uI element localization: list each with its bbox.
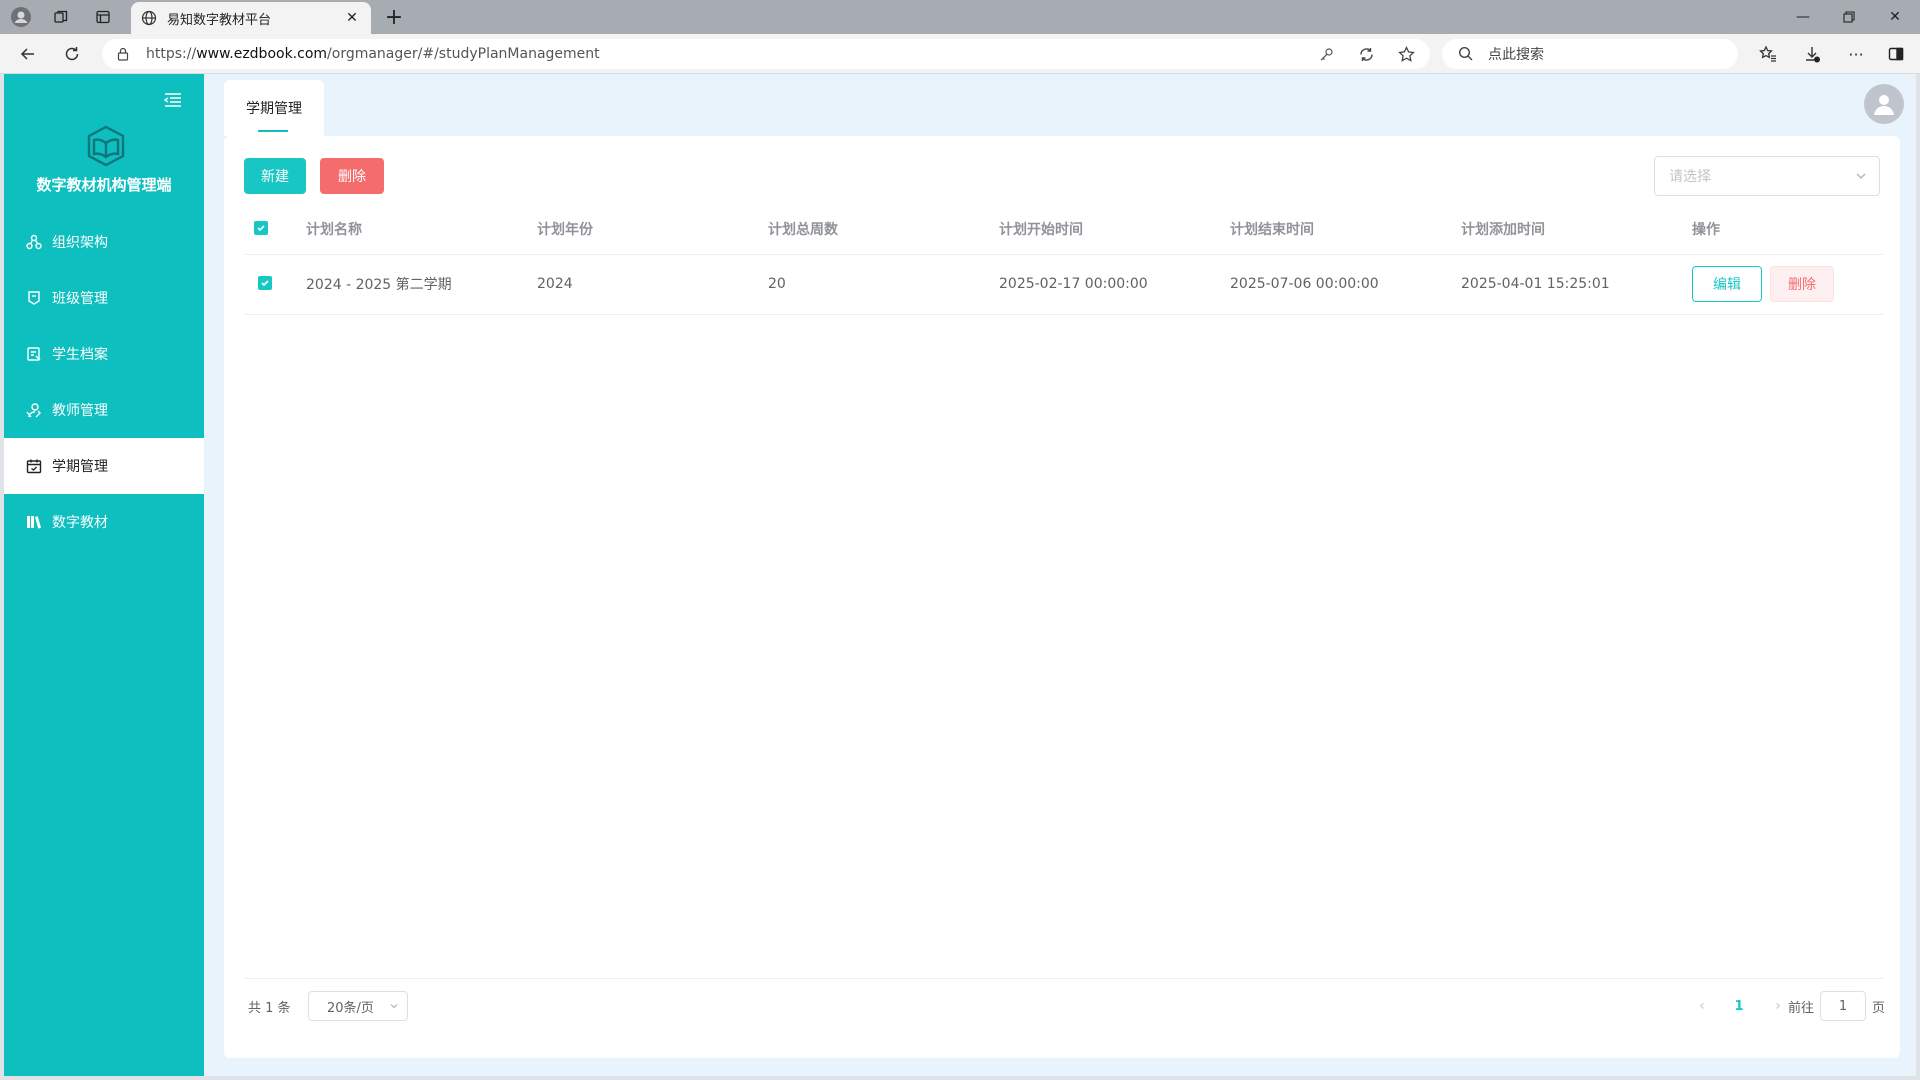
row-delete-button[interactable]: 删除 [1770,266,1834,302]
teacher-icon [26,402,42,418]
cell-end-time: 2025-07-06 00:00:00 [1220,254,1451,315]
downloads-icon[interactable] [1800,42,1824,66]
browser-tab-active[interactable]: 易知数字教材平台 ✕ [131,2,371,34]
cell-start-time: 2025-02-17 00:00:00 [989,254,1220,315]
goto-label: 前往 [1788,1001,1815,1016]
page-size-select[interactable]: 20条/页 [308,991,408,1021]
class-icon [26,290,42,306]
column-header-start: 计划开始时间 [989,204,1220,255]
browser-tab-bar: 易知数字教材平台 ✕ + — ✕ [0,0,1920,34]
back-icon[interactable] [16,42,40,66]
menu-collapse-icon[interactable] [164,92,184,110]
cell-plan-name: 2024 - 2025 第二学期 [296,254,527,315]
page-number-current[interactable]: 1 [1724,993,1754,1019]
chevron-down-icon [1855,170,1867,182]
goto-suffix: 页 [1872,1001,1886,1016]
table-header-row: 计划名称 计划年份 计划总周数 计划开始时间 计划结束时间 计划添加时间 操作 [244,204,1884,255]
cell-plan-year: 2024 [527,254,758,315]
refresh-icon[interactable] [60,42,84,66]
new-button[interactable]: 新建 [244,158,306,194]
favorites-icon[interactable] [1756,42,1780,66]
column-header-end: 计划结束时间 [1220,204,1451,255]
edit-button[interactable]: 编辑 [1692,266,1762,302]
url-host: www.ezdbook.com [196,46,328,62]
sidebar-menu: 组织架构 班级管理 学生档案 教师管理 学期管理 数字教材 [4,214,204,550]
new-tab-button[interactable]: + [381,4,407,30]
sidebar-item-label: 班级管理 [52,291,108,307]
url-field[interactable]: https://www.ezdbook.com/orgmanager/#/stu… [102,39,1430,69]
restore-icon[interactable] [1826,0,1872,34]
more-options-icon[interactable]: ··· [1844,42,1868,66]
search-placeholder: 点此搜索 [1488,47,1544,63]
row-checkbox[interactable] [258,276,272,290]
row-select-cell [244,254,296,315]
sidebar-item-teacher[interactable]: 教师管理 [4,382,204,438]
sidebar-item-class[interactable]: 班级管理 [4,270,204,326]
select-all-checkbox[interactable] [254,220,268,235]
search-icon [1458,46,1474,62]
globe-icon [141,10,157,26]
tab-actions-icon[interactable] [92,6,114,28]
key-icon[interactable] [1313,39,1339,69]
prev-page-icon[interactable]: ‹ [1692,993,1712,1019]
browser-tab-title: 易知数字教材平台 [167,12,272,28]
cell-added-time: 2025-04-01 15:25:01 [1451,254,1682,315]
total-count: 共 1 条 [248,1001,291,1016]
browser-address-bar: https://www.ezdbook.com/orgmanager/#/stu… [0,34,1920,74]
next-page-icon[interactable]: › [1768,993,1788,1019]
favorite-star-icon[interactable] [1393,39,1419,69]
top-bar: 学期管理 [204,74,1916,136]
column-header-actions: 操作 [1682,204,1884,255]
sidebar-item-student-file[interactable]: 学生档案 [4,326,204,382]
minimize-icon[interactable]: — [1780,0,1826,34]
student-file-icon [26,346,42,362]
batch-delete-button[interactable]: 删除 [320,158,384,194]
url-scheme: https:// [146,46,197,62]
chevron-down-icon [389,1001,399,1011]
browser-search-field[interactable]: 点此搜索 [1442,39,1738,69]
user-avatar-icon[interactable] [1864,84,1904,124]
org-structure-icon [26,234,42,250]
brand-title: 数字教材机构管理端 [36,176,172,194]
books-icon [26,514,42,530]
column-header-year: 计划年份 [527,204,758,255]
sidebar-toggle-icon[interactable] [1884,42,1908,66]
profile-icon[interactable] [10,6,32,28]
cell-plan-weeks: 20 [758,254,989,315]
sidebar-item-label: 学生档案 [52,347,108,363]
filter-select-placeholder: 请选择 [1669,169,1711,185]
collections-icon[interactable] [50,6,72,28]
sidebar-item-label: 组织架构 [52,235,108,251]
sidebar-item-digital-textbook[interactable]: 数字教材 [4,494,204,550]
column-header-weeks: 计划总周数 [758,204,989,255]
sidebar-item-semester[interactable]: 学期管理 [4,438,204,494]
cell-actions: 编辑 删除 [1682,254,1884,315]
filter-select[interactable]: 请选择 [1654,156,1880,196]
main-content: 新建 删除 请选择 计划名称 计划年份 计划总周数 计划开始时间 计划结束时间 … [224,136,1900,1058]
column-header-name: 计划名称 [296,204,527,255]
url-path: /orgmanager/#/studyPlanManagement [327,46,600,62]
app-root: 数字教材机构管理端 组织架构 班级管理 学生档案 教师管理 学期管理 数字教材 … [4,74,1916,1076]
page-size-value: 20条/页 [327,1000,374,1016]
goto-page-input[interactable] [1820,991,1866,1021]
sidebar-item-label: 数字教材 [52,515,108,531]
column-header-added: 计划添加时间 [1451,204,1682,255]
select-all-cell [244,204,296,255]
sidebar-item-label: 教师管理 [52,403,108,419]
tab-semester-management[interactable]: 学期管理 [224,80,324,136]
sidebar-item-org-structure[interactable]: 组织架构 [4,214,204,270]
close-window-icon[interactable]: ✕ [1872,0,1918,34]
calendar-icon [26,458,42,474]
brand-logo-icon [84,124,128,168]
close-tab-icon[interactable]: ✕ [343,9,361,27]
sidebar-item-label: 学期管理 [52,459,108,475]
sidebar: 数字教材机构管理端 组织架构 班级管理 学生档案 教师管理 学期管理 数字教材 [4,74,204,1076]
pagination: 共 1 条 20条/页 ‹ 1 › 前往 页 [244,978,1886,1038]
lock-icon[interactable] [116,47,130,61]
refresh-page-icon[interactable] [1353,39,1379,69]
table-row: 2024 - 2025 第二学期 2024 20 2025-02-17 00:0… [244,254,1884,315]
semester-table: 计划名称 计划年份 计划总周数 计划开始时间 计划结束时间 计划添加时间 操作 [244,204,1884,315]
